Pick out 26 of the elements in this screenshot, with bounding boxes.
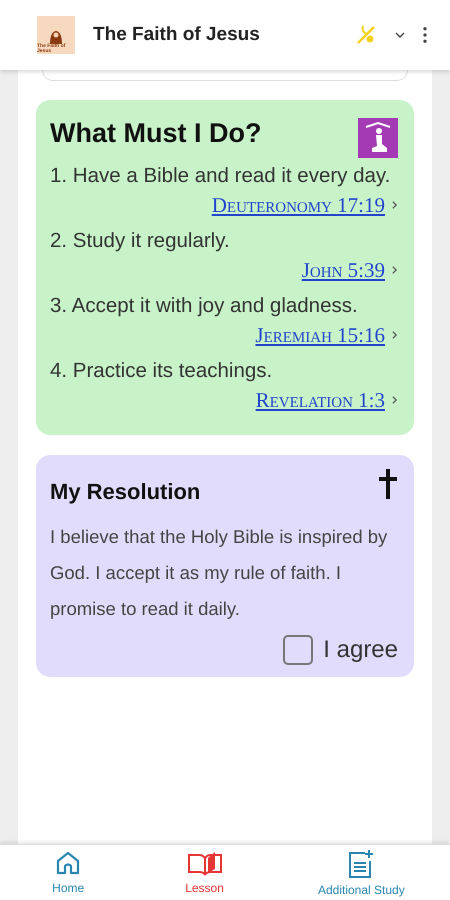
resolution-text: I believe that the Holy Bible is inspired by God. I accept it as my rule of faith. I promise to read it daily. [50,525,388,621]
card-title: My Resolution [50,479,200,505]
scripture-link[interactable]: John 5:39 [302,257,385,283]
nav-tab[interactable]: Lesson [136,845,273,900]
agree-checkbox[interactable] [283,635,314,665]
scripture-link[interactable]: Revelation 1:3 [256,387,385,413]
chevron-right-icon [391,265,398,275]
step-text: 1. Have a Bible and read it every day. [50,163,392,189]
cross-icon [378,469,398,499]
chevron-right-icon [391,395,398,405]
praying-figure-icon [358,118,398,158]
scripture-link[interactable]: Deuteronomy 17:19 [212,192,385,218]
card-title: What Must I Do? [50,118,262,149]
scripture-link[interactable]: Jeremiah 15:16 [255,322,385,348]
app-title: The Faith of Jesus [93,24,261,46]
step-text: 3. Accept it with joy and gladness. [50,293,359,319]
agree-label[interactable]: I agree [323,636,398,664]
open-book-icon [186,849,223,877]
step-text: 4. Practice its teachings. [50,358,274,384]
nav-tab[interactable]: Home [0,845,136,900]
chevron-right-icon [391,200,398,210]
add-note-icon [347,849,376,879]
step-text: 2. Study it regularly. [50,228,231,254]
more-menu-icon[interactable] [422,26,428,44]
nav-tab[interactable]: Additional Study [272,845,450,900]
chevron-right-icon [391,330,398,340]
